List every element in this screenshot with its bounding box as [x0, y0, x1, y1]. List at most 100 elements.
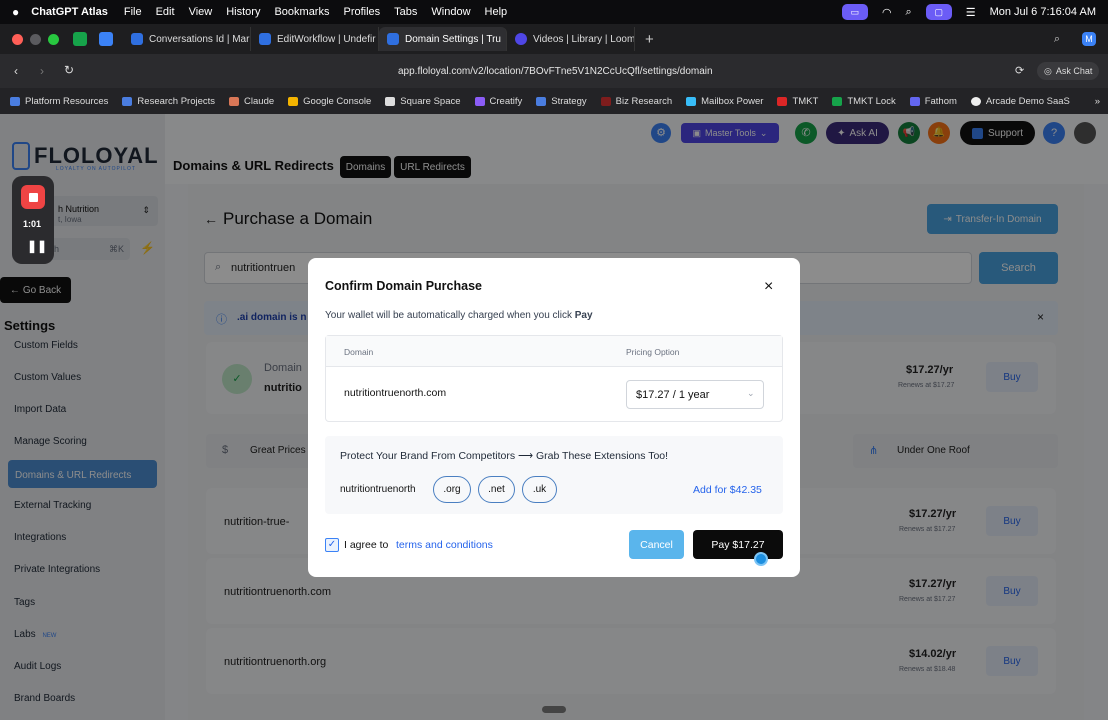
- screen-share-icon[interactable]: ▭: [841, 4, 868, 20]
- bookmark-tmkt-lock[interactable]: TMKT Lock: [832, 96, 896, 107]
- floloyal-favicon-icon: [259, 33, 271, 45]
- google-console-icon: [288, 96, 299, 106]
- tab-editworkflow[interactable]: EditWorkflow | Undefir: [251, 27, 379, 51]
- pinned-tab-1[interactable]: [73, 32, 87, 46]
- window-zoom-button[interactable]: [48, 33, 59, 45]
- pause-icon[interactable]: ❚❚: [27, 239, 47, 253]
- modal-close-icon[interactable]: ×: [764, 278, 773, 296]
- pricing-selected-value: $17.27 / 1 year: [636, 389, 710, 401]
- pricing-option-select[interactable]: $17.27 / 1 year ⌄: [626, 380, 764, 409]
- upsell-text: Protect Your Brand From Competitors ⟶ Gr…: [340, 450, 669, 462]
- claude-icon: [229, 96, 240, 106]
- upsell-domain-base: nutritiontruenorth: [340, 484, 416, 495]
- col-domain-header: Domain: [344, 347, 374, 357]
- stop-recording-button[interactable]: [21, 185, 45, 209]
- mailbox-power-icon: [686, 96, 697, 106]
- bookmark-arcade-demo-saas[interactable]: Arcade Demo SaaS: [970, 96, 1070, 107]
- bookmark-platform-resources[interactable]: Platform Resources: [10, 96, 108, 107]
- table-row-domain: nutritiontruenorth.com: [344, 387, 447, 399]
- screen-recorder-widget: 1:01 ❚❚: [12, 176, 54, 264]
- tab-domain-settings[interactable]: Domain Settings | Tru×: [379, 27, 507, 51]
- menu-help[interactable]: Help: [485, 6, 508, 18]
- confirm-purchase-modal: Confirm Domain Purchase × Your wallet wi…: [308, 258, 800, 577]
- chatgpt-icon: ◎: [1044, 65, 1052, 76]
- menu-history[interactable]: History: [226, 6, 260, 18]
- fathom-icon: [909, 96, 920, 106]
- tab-conversations[interactable]: Conversations Id | Mar: [123, 27, 251, 51]
- tmkt-lock-icon: [832, 96, 843, 106]
- extension-chip-net[interactable]: .net: [478, 476, 515, 503]
- squarespace-icon: [385, 96, 396, 106]
- bookmark-google-console[interactable]: Google Console: [288, 96, 371, 107]
- clock[interactable]: Mon Jul 6 7:16:04 AM: [990, 6, 1096, 18]
- terms-link[interactable]: terms and conditions: [396, 539, 493, 551]
- loom-favicon-icon: [515, 33, 527, 45]
- menu-profiles[interactable]: Profiles: [343, 6, 380, 18]
- folder-icon: [122, 96, 133, 106]
- bookmark-research-projects[interactable]: Research Projects: [122, 96, 215, 107]
- scroll-handle[interactable]: [542, 706, 566, 713]
- folder-icon: [10, 96, 20, 106]
- apple-icon[interactable]: ●: [12, 5, 19, 19]
- tab-videos-loom[interactable]: Videos | Library | Loom: [507, 27, 635, 51]
- bookmarks-overflow-icon[interactable]: »: [1095, 96, 1100, 107]
- cancel-button[interactable]: Cancel: [629, 530, 684, 559]
- domain-pricing-table: Domain Pricing Option nutritiontruenorth…: [325, 335, 783, 422]
- back-icon[interactable]: ‹: [14, 64, 18, 78]
- bookmark-square-space[interactable]: Square Space: [385, 96, 461, 107]
- biz-research-icon: [600, 96, 611, 106]
- bookmark-tmkt[interactable]: TMKT: [777, 96, 818, 107]
- extensions-upsell: Protect Your Brand From Competitors ⟶ Gr…: [325, 436, 783, 514]
- pinned-tab-2[interactable]: [99, 32, 113, 46]
- bookmarks-bar: Platform Resources Research Projects Cla…: [0, 88, 1108, 114]
- agree-checkbox[interactable]: ✓: [325, 538, 339, 552]
- profile-avatar[interactable]: M: [1082, 32, 1096, 46]
- chevron-down-icon: ⌄: [747, 388, 755, 398]
- tab-bar: Conversations Id | Mar EditWorkflow | Un…: [0, 24, 1108, 54]
- bookmark-fathom[interactable]: Fathom: [909, 96, 957, 107]
- menu-view[interactable]: View: [189, 6, 213, 18]
- modal-title: Confirm Domain Purchase: [325, 279, 482, 293]
- stop-icon: [28, 192, 38, 202]
- menu-bookmarks[interactable]: Bookmarks: [274, 6, 329, 18]
- search-icon[interactable]: ⌕: [906, 6, 912, 19]
- new-tab-plus-icon[interactable]: +: [645, 31, 654, 48]
- floloyal-favicon-icon: [387, 33, 399, 45]
- col-pricing-header: Pricing Option: [626, 347, 680, 357]
- app-name[interactable]: ChatGPT Atlas: [31, 6, 108, 18]
- stage-manager-icon[interactable]: ▢: [925, 4, 952, 20]
- reload-icon[interactable]: ↻: [64, 63, 74, 77]
- arcade-icon: [970, 96, 981, 106]
- bookmark-biz-research[interactable]: Biz Research: [600, 96, 672, 107]
- tmkt-icon: [777, 96, 788, 106]
- ask-chat-button[interactable]: ◎ Ask Chat: [1037, 62, 1100, 80]
- address-bar: ‹ › ↻ app.floloyal.com/v2/location/7BOvF…: [0, 54, 1108, 88]
- bookmark-strategy[interactable]: Strategy: [536, 96, 587, 107]
- menu-tabs[interactable]: Tabs: [394, 6, 417, 18]
- wifi-icon[interactable]: ◠: [882, 6, 892, 19]
- bookmark-claude[interactable]: Claude: [229, 96, 274, 107]
- bookmark-mailbox-power[interactable]: Mailbox Power: [686, 96, 763, 107]
- window-minimize-button[interactable]: [30, 33, 41, 45]
- menubar: ● ChatGPT Atlas File Edit View History B…: [0, 0, 1108, 24]
- bookmark-creatify[interactable]: Creatify: [474, 96, 522, 107]
- extensions-icon[interactable]: ⟳: [1015, 64, 1024, 77]
- url-field[interactable]: app.floloyal.com/v2/location/7BOvFTne5V1…: [398, 66, 713, 77]
- floloyal-favicon-icon: [131, 33, 143, 45]
- control-center-icon[interactable]: ☰: [966, 6, 976, 19]
- tab-search-icon[interactable]: ⌕: [1054, 33, 1060, 46]
- add-extensions-link[interactable]: Add for $42.35: [693, 484, 762, 496]
- recording-time: 1:01: [23, 219, 42, 229]
- menu-edit[interactable]: Edit: [156, 6, 175, 18]
- extension-chip-uk[interactable]: .uk: [522, 476, 557, 503]
- modal-subtitle: Your wallet will be automatically charge…: [325, 310, 593, 321]
- pay-button[interactable]: Pay $17.27: [693, 530, 783, 559]
- cursor-pointer-indicator: [754, 552, 768, 566]
- forward-icon[interactable]: ›: [40, 64, 44, 78]
- menu-file[interactable]: File: [124, 6, 142, 18]
- extension-chip-org[interactable]: .org: [433, 476, 471, 503]
- window-close-button[interactable]: [12, 33, 23, 45]
- menu-window[interactable]: Window: [431, 6, 470, 18]
- agree-label: I agree to: [344, 539, 389, 551]
- creatify-icon: [474, 96, 485, 106]
